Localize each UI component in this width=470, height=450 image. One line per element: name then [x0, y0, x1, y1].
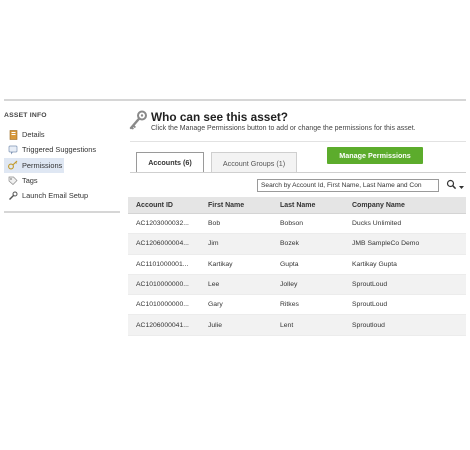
sidebar-header: ASSET INFO — [4, 112, 47, 119]
search-button[interactable] — [446, 179, 464, 192]
sidebar: ASSET INFO Details Triggered Suggestions… — [4, 112, 120, 203]
tab-baseline — [130, 172, 466, 173]
header-divider — [130, 141, 466, 142]
sidebar-item-permissions[interactable]: Permissions — [4, 157, 64, 173]
table-header-row: Account ID First Name Last Name Company … — [128, 197, 466, 214]
cell-company-name: SproutLoud — [344, 274, 466, 296]
cell-company-name: Sproutloud — [344, 314, 466, 336]
sidebar-item-details[interactable]: Details — [4, 127, 120, 142]
sidebar-item-label: Permissions — [22, 160, 63, 170]
column-header-last-name[interactable]: Last Name — [272, 197, 344, 214]
cell-company-name: JMB SampleCo Demo — [344, 233, 466, 255]
table-row[interactable]: AC1010000000... Lee Jolley SproutLoud — [128, 274, 466, 296]
column-header-company-name[interactable]: Company Name — [344, 197, 466, 214]
key-icon — [128, 110, 148, 132]
cell-last-name: Ritkes — [272, 294, 344, 316]
cell-account-id: AC1010000000... — [128, 274, 200, 296]
cell-last-name: Gupta — [272, 254, 344, 275]
cell-first-name: Lee — [200, 274, 272, 296]
permissions-icon — [8, 160, 18, 170]
sidebar-item-label: Details — [22, 130, 45, 140]
sidebar-item-triggered-suggestions[interactable]: Triggered Suggestions — [4, 142, 120, 157]
cell-last-name: Lent — [272, 314, 344, 336]
suggestion-icon — [8, 145, 18, 155]
table-row[interactable]: AC1101000001... Kartikay Gupta Kartikay … — [128, 254, 466, 275]
sidebar-divider — [4, 211, 120, 213]
cell-last-name: Jolley — [272, 274, 344, 296]
cell-first-name: Jim — [200, 233, 272, 255]
sidebar-item-tags[interactable]: Tags — [4, 173, 120, 188]
tag-icon — [8, 176, 18, 186]
tab-account-groups[interactable]: Account Groups (1) — [211, 152, 297, 173]
sidebar-item-label: Triggered Suggestions — [22, 145, 97, 155]
cell-company-name: SproutLoud — [344, 294, 466, 316]
cell-account-id: AC1206000041... — [128, 314, 200, 336]
cell-first-name: Gary — [200, 294, 272, 316]
sidebar-item-label: Tags — [22, 176, 38, 186]
details-icon — [8, 129, 18, 140]
cell-account-id: AC1203000032... — [128, 213, 200, 235]
wrench-icon — [8, 191, 18, 201]
cell-account-id: AC1101000001... — [128, 254, 200, 275]
cell-first-name: Julie — [200, 314, 272, 336]
cell-account-id: AC1010000000... — [128, 294, 200, 316]
search-input[interactable] — [257, 179, 439, 192]
table-row[interactable]: AC1010000000... Gary Ritkes SproutLoud — [128, 294, 466, 316]
search-icon — [446, 177, 457, 195]
table-row[interactable]: AC1206000041... Julie Lent Sproutloud — [128, 314, 466, 336]
cell-last-name: Bozek — [272, 233, 344, 255]
page-title: Who can see this asset? — [151, 110, 289, 124]
cell-last-name: Bobson — [272, 213, 344, 235]
sidebar-item-launch-email-setup[interactable]: Launch Email Setup — [4, 188, 120, 203]
chevron-down-icon — [459, 177, 464, 195]
sidebar-item-label: Launch Email Setup — [22, 191, 89, 201]
column-header-first-name[interactable]: First Name — [200, 197, 272, 214]
table-row[interactable]: AC1203000032... Bob Bobson Ducks Unlimit… — [128, 213, 466, 235]
column-header-account-id[interactable]: Account ID — [128, 197, 200, 214]
table-row[interactable]: AC1206000004... Jim Bozek JMB SampleCo D… — [128, 233, 466, 255]
tab-accounts[interactable]: Accounts (6) — [136, 152, 204, 173]
cell-company-name: Ducks Unlimited — [344, 213, 466, 235]
top-divider — [4, 99, 466, 101]
manage-permissions-button[interactable]: Manage Permissions — [327, 147, 423, 164]
cell-company-name: Kartikay Gupta — [344, 254, 466, 275]
cell-account-id: AC1206000004... — [128, 233, 200, 255]
page-subtitle: Click the Manage Permissions button to a… — [151, 125, 416, 132]
accounts-table: Account ID First Name Last Name Company … — [128, 197, 466, 336]
cell-first-name: Kartikay — [200, 254, 272, 275]
cell-first-name: Bob — [200, 213, 272, 235]
